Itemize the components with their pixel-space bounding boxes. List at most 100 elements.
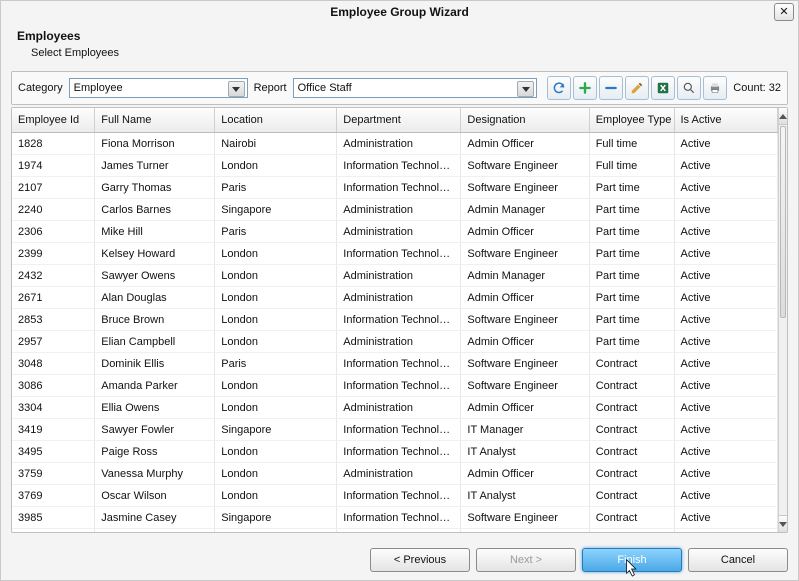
add-button[interactable] [573, 76, 597, 100]
table-row[interactable]: 3304Ellia OwensLondonAdministrationAdmin… [12, 397, 778, 419]
cell-type: Full time [589, 155, 674, 177]
column-header[interactable]: Location [215, 108, 337, 133]
table-row[interactable]: 3759Vanessa MurphyLondonAdministrationAd… [12, 463, 778, 485]
cell-dept: Information Technology [337, 507, 461, 529]
print-icon [708, 81, 722, 95]
refresh-button[interactable] [547, 76, 571, 100]
cell-type: Part time [589, 199, 674, 221]
cell-loc: London [215, 155, 337, 177]
pencil-icon [630, 81, 644, 95]
cell-active: Active [674, 243, 778, 265]
cell-type: Contract [589, 441, 674, 463]
report-value: Office Staff [298, 82, 352, 94]
cell-type: Part time [589, 177, 674, 199]
column-header[interactable]: Designation [461, 108, 589, 133]
cancel-button[interactable]: Cancel [688, 548, 788, 572]
table-row[interactable]: 2399Kelsey HowardLondonInformation Techn… [12, 243, 778, 265]
cell-name: Vanessa Murphy [95, 463, 215, 485]
table-row[interactable]: 1828Fiona MorrisonNairobiAdministrationA… [12, 133, 778, 155]
search-button[interactable] [677, 76, 701, 100]
page-title: Employees [17, 29, 782, 43]
report-combo[interactable]: Office Staff [293, 78, 538, 98]
scroll-thumb[interactable] [780, 126, 786, 318]
table-row[interactable]: 3086Amanda ParkerLondonInformation Techn… [12, 375, 778, 397]
cell-id: 2107 [12, 177, 95, 199]
cell-desig: Software Engineer [461, 309, 589, 331]
table-row[interactable]: 1974James TurnerLondonInformation Techno… [12, 155, 778, 177]
cell-desig: Software Engineer [461, 243, 589, 265]
cell-loc: London [215, 441, 337, 463]
cell-type: Contract [589, 463, 674, 485]
cell-id: 2399 [12, 243, 95, 265]
table-row[interactable]: 3048Dominik EllisParisInformation Techno… [12, 353, 778, 375]
cell-type: Part time [589, 221, 674, 243]
cell-id: 1828 [12, 133, 95, 155]
scroll-down-icon[interactable] [779, 515, 787, 532]
cell-dept: Information Technology [337, 375, 461, 397]
table-row[interactable]: 3495Paige RossLondonInformation Technolo… [12, 441, 778, 463]
column-header[interactable]: Department [337, 108, 461, 133]
previous-button[interactable]: < Previous [370, 548, 470, 572]
cell-name: Ellia Owens [95, 397, 215, 419]
report-label: Report [254, 82, 287, 94]
cell-dept: Information Technology [337, 441, 461, 463]
cell-name: James Turner [95, 155, 215, 177]
table-row[interactable]: 2306Mike HillParisAdministrationAdmin Of… [12, 221, 778, 243]
filter-bar: Category Employee Report Office Staff [11, 71, 788, 105]
chevron-down-icon [517, 81, 534, 97]
cell-type: Part time [589, 309, 674, 331]
cell-name: Oscar Wilson [95, 485, 215, 507]
column-header[interactable]: Full Name [95, 108, 215, 133]
cell-dept: Administration [337, 199, 461, 221]
table-row[interactable]: 2957Elian CampbellLondonAdministrationAd… [12, 331, 778, 353]
cell-loc: London [215, 331, 337, 353]
finish-button[interactable]: Finish [582, 548, 682, 572]
scroll-up-icon[interactable] [779, 108, 787, 125]
column-header[interactable]: Is Active [674, 108, 778, 133]
refresh-icon [552, 81, 566, 95]
table-row[interactable]: 2432Sawyer OwensLondonAdministrationAdmi… [12, 265, 778, 287]
cell-active: Active [674, 529, 778, 533]
table-row[interactable]: 3985Jasmine CaseySingaporeInformation Te… [12, 507, 778, 529]
table-row[interactable]: 3769Oscar WilsonLondonInformation Techno… [12, 485, 778, 507]
cell-id: 3086 [12, 375, 95, 397]
cell-dept: Information Technology [337, 419, 461, 441]
cell-active: Active [674, 507, 778, 529]
cell-type: Contract [589, 397, 674, 419]
table-row[interactable]: 4652Heather ChapmanNairobiInformation Te… [12, 529, 778, 533]
vertical-scrollbar[interactable] [778, 108, 787, 532]
close-icon: ✕ [779, 7, 788, 18]
cell-dept: Administration [337, 331, 461, 353]
table-row[interactable]: 3419Sawyer FowlerSingaporeInformation Te… [12, 419, 778, 441]
cell-loc: London [215, 397, 337, 419]
minus-icon [604, 81, 618, 95]
table-row[interactable]: 2853Bruce BrownLondonInformation Technol… [12, 309, 778, 331]
count-value: 32 [769, 82, 781, 94]
table-row[interactable]: 2107Garry ThomasParisInformation Technol… [12, 177, 778, 199]
cell-active: Active [674, 265, 778, 287]
column-header[interactable]: Employee Id [12, 108, 95, 133]
category-combo[interactable]: Employee [69, 78, 248, 98]
cell-loc: Singapore [215, 199, 337, 221]
edit-button[interactable] [625, 76, 649, 100]
cell-active: Active [674, 155, 778, 177]
cell-type: Part time [589, 265, 674, 287]
remove-button[interactable] [599, 76, 623, 100]
cell-desig: Admin Officer [461, 221, 589, 243]
cell-dept: Administration [337, 133, 461, 155]
cell-name: Garry Thomas [95, 177, 215, 199]
cell-name: Mike Hill [95, 221, 215, 243]
table-row[interactable]: 2671Alan DouglasLondonAdministrationAdmi… [12, 287, 778, 309]
cell-desig: Software Engineer [461, 155, 589, 177]
print-button[interactable] [703, 76, 727, 100]
cell-id: 2853 [12, 309, 95, 331]
column-header[interactable]: Employee Type [589, 108, 674, 133]
table-row[interactable]: 2240Carlos BarnesSingaporeAdministration… [12, 199, 778, 221]
grid-scroll[interactable]: Employee IdFull NameLocationDepartmentDe… [12, 108, 778, 532]
cell-desig: Software Engineer [461, 353, 589, 375]
cell-type: Contract [589, 353, 674, 375]
count-label: Count: [733, 82, 765, 94]
next-button[interactable]: Next > [476, 548, 576, 572]
close-button[interactable]: ✕ [774, 3, 794, 21]
excel-button[interactable] [651, 76, 675, 100]
